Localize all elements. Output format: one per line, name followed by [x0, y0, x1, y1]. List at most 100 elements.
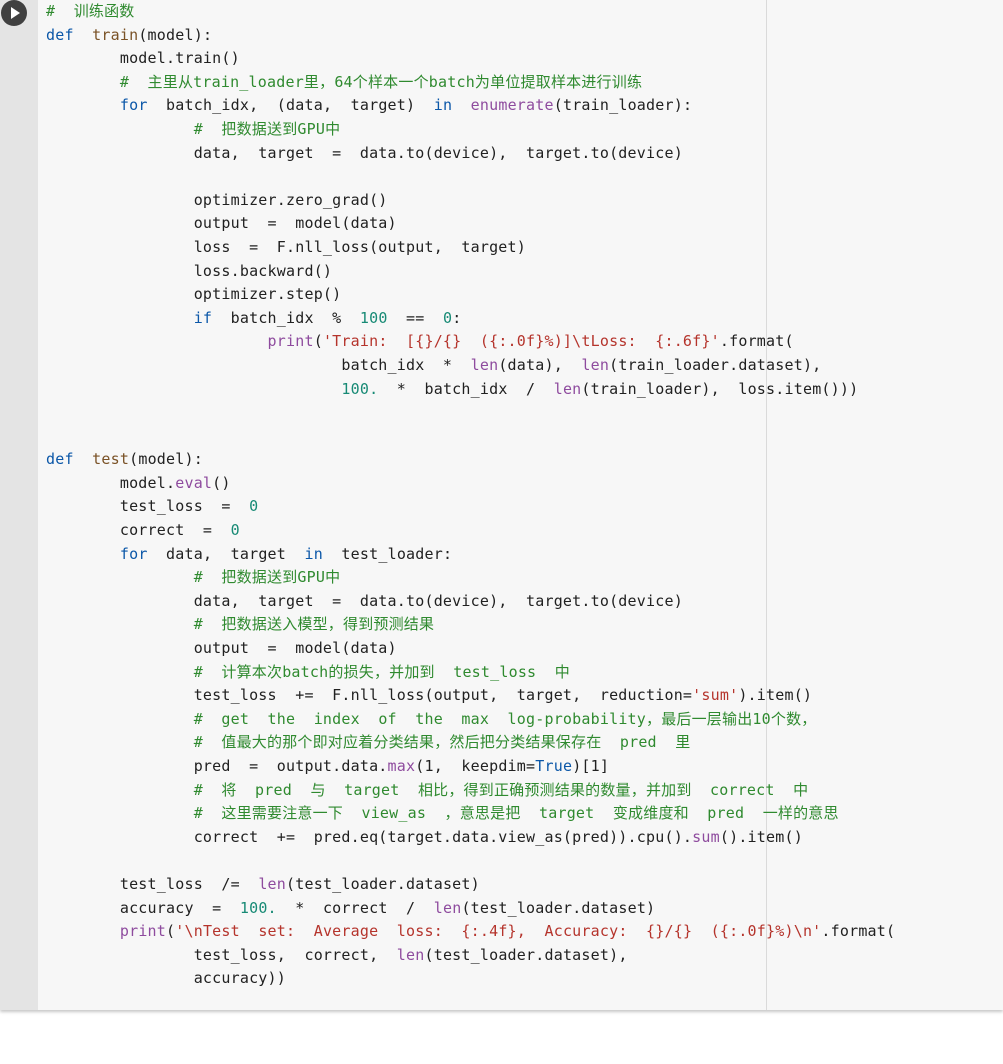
keyword-token: def [46, 25, 74, 44]
code-cell[interactable]: # 训练函数 def train(model): model.train() # … [0, 0, 1003, 1010]
code-line: # 计算本次batch的损失，并加到 test_loss 中 [46, 661, 1003, 685]
code-text: (train_loader.dataset), [609, 355, 822, 374]
builtin-token: len [553, 379, 582, 398]
code-text: () [212, 473, 231, 492]
comment-token: # 训练函数 [46, 2, 135, 20]
code-text: correct += pred.eq(target.data.view_as(p… [46, 827, 693, 846]
code-line: # 将 pred 与 target 相比，得到正确预测结果的数量，并加到 cor… [46, 779, 1003, 803]
code-text: .format( [821, 922, 896, 941]
code-text: test_loss /= [46, 874, 259, 893]
code-text: output = model(data) [46, 214, 397, 233]
code-line: # 把数据送到GPU中 [46, 566, 1003, 590]
code-text: output = model(data) [46, 639, 397, 658]
comment-token: # 计算本次batch的损失，并加到 test_loss 中 [193, 662, 570, 681]
code-line: # 值最大的那个即对应着分类结果，然后把分类结果保存在 pred 里 [46, 731, 1003, 755]
code-text: data, target = data.to(device), target.t… [46, 143, 683, 162]
code-text: optimizer.step() [46, 285, 342, 304]
code-text: model.train() [46, 49, 240, 68]
code-line: batch_idx * len(data), len(train_loader.… [46, 354, 1003, 378]
number-token: 0 [230, 521, 240, 540]
run-cell-button[interactable] [1, 0, 27, 26]
code-line: test_loss += F.nll_loss(output, target, … [46, 684, 1003, 708]
cell-gutter [0, 0, 38, 1010]
code-text: ().item() [719, 827, 803, 846]
code-line: # 把数据送到GPU中 [46, 118, 1003, 142]
code-text: * correct / [276, 898, 434, 917]
code-text: ( [313, 332, 323, 351]
code-line: for data, target in test_loader: [46, 543, 1003, 567]
code-text: accuracy = [46, 898, 240, 917]
code-line: # 主里从train_loader里，64个样本一个batch为单位提取样本进行… [46, 71, 1003, 95]
builtin-token: len [258, 874, 287, 893]
builtin-token: len [433, 898, 462, 917]
code-line: data, target = data.to(device), target.t… [46, 590, 1003, 614]
keyword-token: in [304, 544, 323, 563]
code-text: == [387, 308, 443, 327]
code-line: optimizer.zero_grad() [46, 189, 1003, 213]
code-text: ( [166, 922, 176, 941]
code-line: def test(model): [46, 448, 1003, 472]
code-line: # 这里需要注意一下 view_as ，意思是把 target 变成维度和 pr… [46, 802, 1003, 826]
number-token: 100 [359, 308, 388, 327]
code-text: accuracy)) [46, 969, 286, 988]
code-line: 100. * batch_idx / len(train_loader), lo… [46, 378, 1003, 402]
code-line: optimizer.step() [46, 283, 1003, 307]
number-token: 0 [442, 308, 453, 327]
code-line: loss = F.nll_loss(output, target) [46, 236, 1003, 260]
code-line: for batch_idx, (data, target) in enumera… [46, 94, 1003, 118]
builtin-token: len [470, 355, 499, 374]
code-line: if batch_idx % 100 == 0: [46, 307, 1003, 331]
code-text: batch_idx * [46, 355, 471, 374]
code-text: (test_loader.dataset), [424, 945, 628, 964]
code-editor[interactable]: # 训练函数 def train(model): model.train() # … [46, 0, 1003, 991]
number-token: 100. [341, 379, 379, 398]
code-text: test_loader: [322, 544, 453, 563]
function-name-token: test [92, 450, 130, 469]
comment-token: # 把数据送到GPU中 [193, 568, 341, 587]
code-text: (model): [129, 450, 203, 469]
code-line: print('\nTest set: Average loss: {:.4f},… [46, 920, 1003, 944]
keyword-token: True [535, 757, 573, 775]
code-text: loss.backward() [46, 261, 333, 280]
keyword-token: for [119, 96, 148, 115]
code-line: # 把数据送入模型，得到预测结果 [46, 613, 1003, 637]
keyword-token: in [433, 96, 453, 115]
builtin-token: sum [692, 827, 720, 846]
code-text: test_loss, correct, [46, 945, 397, 964]
code-line: print('Train: [{}/{} ({:.0f}%)]\tLoss: {… [46, 330, 1003, 354]
code-text: )[1] [572, 757, 610, 775]
code-text: pred = output.data. [46, 757, 388, 775]
code-text: optimizer.zero_grad() [46, 190, 388, 209]
comment-token: # 把数据送到GPU中 [193, 119, 341, 138]
play-icon [11, 7, 20, 19]
code-line: pred = output.data.max(1, keepdim=True)[… [46, 755, 1003, 779]
code-text: (train_loader): [553, 96, 693, 115]
builtin-token: len [396, 945, 425, 964]
code-line: def train(model): [46, 24, 1003, 48]
code-line: data, target = data.to(device), target.t… [46, 142, 1003, 166]
code-text: (data), [498, 355, 582, 374]
code-line: accuracy)) [46, 967, 1003, 991]
keyword-token: if [193, 308, 213, 327]
code-line: test_loss = 0 [46, 495, 1003, 519]
number-token: 100. [239, 898, 277, 917]
code-line: test_loss, correct, len(test_loader.data… [46, 944, 1003, 968]
comment-token: # 主里从train_loader里，64个样本一个batch为单位提取样本进行… [119, 72, 643, 91]
code-line: loss.backward() [46, 260, 1003, 284]
code-line: accuracy = 100. * correct / len(test_loa… [46, 897, 1003, 921]
code-text: (test_loader.dataset) [286, 874, 480, 893]
